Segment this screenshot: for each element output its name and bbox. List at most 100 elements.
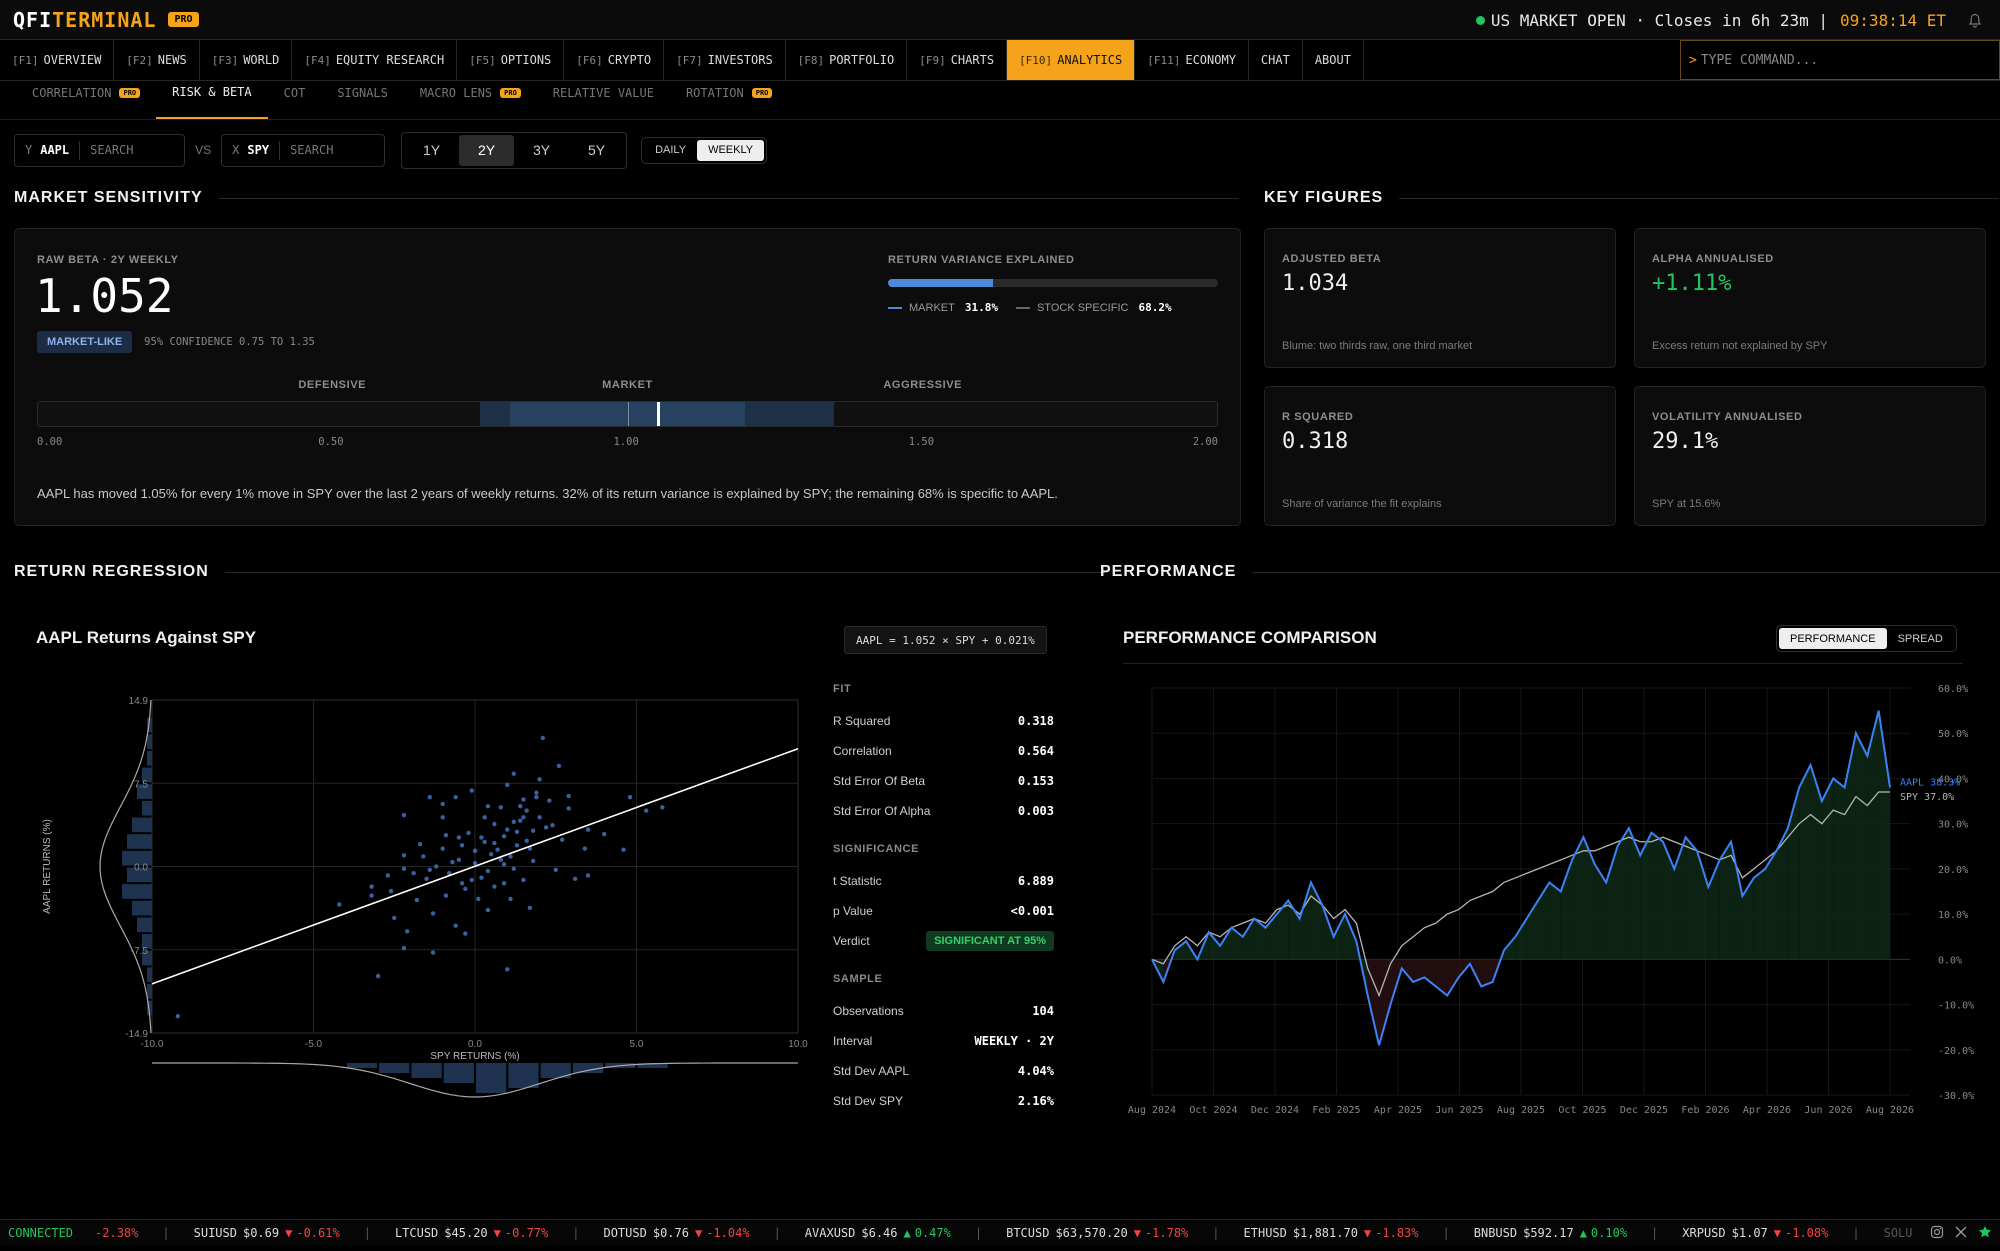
ticker-item[interactable]: | LTCUSD $45.20 ▼ -0.77% <box>340 1226 549 1240</box>
ticker-item[interactable]: | BTCUSD $63,570.20 ▼ -1.78% <box>951 1226 1188 1240</box>
nav-key: [F4] <box>304 53 331 67</box>
stat-row: Std Error Of Beta 0.153 <box>833 766 1054 796</box>
scatter-point <box>430 950 436 955</box>
nav-label: ECONOMY <box>1185 53 1236 67</box>
verdict-row: Verdict SIGNIFICANT AT 95% <box>833 926 1054 956</box>
performance-area <box>1254 918 1266 960</box>
stat-value: 4.04% <box>1017 1064 1054 1078</box>
scatter-point <box>514 843 520 848</box>
tab-correlation[interactable]: CORRELATION PRO <box>16 80 156 119</box>
performance-area <box>1379 959 1391 1046</box>
nav-item-investors[interactable]: [F7] INVESTORS <box>664 40 786 80</box>
x-axis-label: SPY RETURNS (%) <box>430 1051 519 1062</box>
nav-label: PORTFOLIO <box>829 53 895 67</box>
performance-area <box>1844 733 1856 960</box>
stat-value: 6.889 <box>1017 874 1054 888</box>
ticker-symbol: ETHUSD <box>1243 1225 1287 1240</box>
scatter-point <box>501 862 507 867</box>
arrow-down-icon: ▼ <box>1773 1225 1781 1240</box>
y-histogram-bar <box>147 984 152 999</box>
nav-item-overview[interactable]: [F1] OVERVIEW <box>0 40 115 80</box>
stat-value: 0.153 <box>1017 774 1054 788</box>
scatter-point <box>430 911 436 916</box>
ticker-item[interactable]: | DOTUSD $0.76 ▼ -1.04% <box>548 1226 749 1240</box>
y-histogram-bar <box>142 800 152 816</box>
ticker-item[interactable]: | SUIUSD $0.69 ▼ -0.61% <box>138 1226 339 1240</box>
nav-item-crypto[interactable]: [F6] CRYPTO <box>564 40 665 80</box>
x-symbol: SPY <box>247 140 281 160</box>
regression-title: AAPL Returns Against SPY <box>36 628 257 647</box>
x-tick-label: 5.0 <box>630 1039 644 1050</box>
ticker-item[interactable]: | BNBUSD $592.17 ▲ 0.10% <box>1419 1226 1628 1240</box>
nav-item-equity-research[interactable]: [F4] EQUITY RESEARCH <box>292 40 458 80</box>
nav-item-portfolio[interactable]: [F8] PORTFOLIO <box>786 40 908 80</box>
key-figure-volatility-annualised: VOLATILITY ANNUALISED 29.1% SPY at 15.6% <box>1634 386 1986 526</box>
pro-badge: PRO <box>119 88 141 98</box>
y-tick-label: -20.0% <box>1938 1046 1974 1057</box>
tab-relative-value[interactable]: RELATIVE VALUE <box>537 80 670 119</box>
ticker-item[interactable]: | XRPUSD $1.07 ▼ -1.08% <box>1627 1226 1828 1240</box>
ticker-price: $1,881.70 <box>1292 1225 1358 1240</box>
toggle-performance[interactable]: PERFORMANCE <box>1779 628 1887 649</box>
nav-item-economy[interactable]: [F11] ECONOMY <box>1135 40 1249 80</box>
nav-item-options[interactable]: [F5] OPTIONS <box>457 40 565 80</box>
tab-signals[interactable]: SIGNALS <box>321 80 404 119</box>
scatter-point <box>450 859 455 865</box>
app-logo[interactable]: QFITERMINAL <box>13 8 156 32</box>
x-histogram-bar <box>379 1063 410 1073</box>
scatter-point <box>585 827 591 832</box>
x-ticker-input[interactable]: X SPY SEARCH <box>221 133 386 167</box>
period-1y[interactable]: 1Y <box>404 135 459 166</box>
beta-scale: 0.00 0.50 1.00 1.50 2.00 <box>37 436 1218 450</box>
y-tick-label: 14.9 <box>129 696 149 707</box>
toggle-spread[interactable]: SPREAD <box>1887 628 1954 649</box>
performance-area <box>1787 787 1800 960</box>
y-search-placeholder[interactable]: SEARCH <box>80 143 184 157</box>
ticker-separator: | <box>162 1225 170 1240</box>
ticker-item[interactable]: | ETHUSD $1,881.70 ▼ -1.83% <box>1188 1226 1418 1240</box>
y-ticker-input[interactable]: Y AAPL SEARCH <box>14 133 186 167</box>
scatter-point <box>514 829 520 835</box>
arrow-up-icon: ▲ <box>1579 1225 1587 1240</box>
period-3y[interactable]: 3Y <box>514 135 569 166</box>
zone-label: MARKET <box>602 379 653 391</box>
x-search-placeholder[interactable]: SEARCH <box>280 143 384 157</box>
performance-area <box>1617 828 1629 960</box>
tab-label: CORRELATION <box>32 86 112 100</box>
tab-rotation[interactable]: ROTATION PRO <box>670 80 788 119</box>
x-density-curve <box>152 1062 798 1098</box>
nav-item-news[interactable]: [F2] NEWS <box>114 40 200 80</box>
nav-item-about[interactable]: ABOUT <box>1303 40 1364 80</box>
variance-label: RETURN VARIANCE EXPLAINED <box>888 254 1075 266</box>
period-2y[interactable]: 2Y <box>459 134 515 166</box>
stat-key: Correlation <box>833 744 892 758</box>
x-histogram-bar <box>346 1063 378 1068</box>
interval-weekly[interactable]: WEEKLY <box>697 139 765 161</box>
instagram-icon[interactable] <box>1930 1225 1944 1239</box>
ticker-symbol: XRPUSD <box>1682 1225 1726 1240</box>
tab-risk-beta[interactable]: RISK & BETA <box>156 80 268 119</box>
performance-toggle: PERFORMANCE SPREAD <box>1776 625 1957 652</box>
bell-icon[interactable] <box>1968 13 1982 28</box>
performance-area <box>1651 832 1663 960</box>
nav-item-charts[interactable]: [F9] CHARTS <box>907 40 1008 80</box>
period-5y[interactable]: 5Y <box>569 135 624 166</box>
stat-key: t Statistic <box>833 874 882 888</box>
y-tick-label: 0.0% <box>1938 955 1962 966</box>
nav-item-world[interactable]: [F3] WORLD <box>200 40 293 80</box>
scatter-point <box>495 847 500 852</box>
nav-item-analytics[interactable]: [F10] ANALYTICS <box>1007 40 1136 80</box>
tab-macro-lens[interactable]: MACRO LENS PRO <box>404 80 537 119</box>
interval-daily[interactable]: DAILY <box>644 140 697 161</box>
star-icon[interactable] <box>1978 1225 1992 1239</box>
scatter-point <box>482 839 487 845</box>
tab-cot[interactable]: COT <box>268 80 322 119</box>
x-twitter-icon[interactable] <box>1954 1225 1968 1239</box>
scatter-point <box>566 793 571 799</box>
raw-beta-value: 1.052 <box>35 269 174 323</box>
regression-equation: AAPL = 1.052 × SPY + 0.021% <box>844 626 1047 654</box>
stat-row: R Squared 0.318 <box>833 706 1054 736</box>
command-input[interactable]: > TYPE COMMAND... <box>1680 40 2000 80</box>
nav-item-chat[interactable]: CHAT <box>1249 40 1303 80</box>
ticker-item[interactable]: | AVAXUSD $6.46 ▲ 0.47% <box>750 1226 951 1240</box>
